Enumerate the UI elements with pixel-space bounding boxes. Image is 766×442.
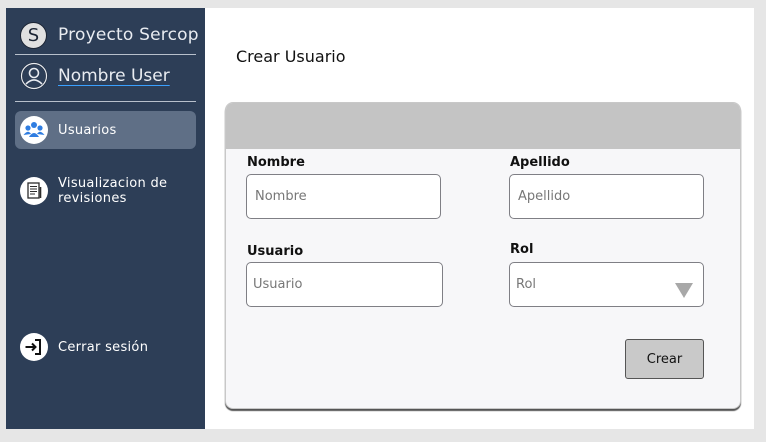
brand-logo: S: [20, 21, 47, 49]
apellido-input[interactable]: [509, 174, 704, 219]
usuario-label: Usuario: [247, 244, 304, 259]
sidebar-item-label: Cerrar sesión: [58, 339, 149, 355]
sidebar-item-usuarios[interactable]: Usuarios: [15, 111, 196, 149]
sidebar-item-visualizacion[interactable]: Visualizacion de revisiones: [15, 173, 196, 209]
divider: [15, 54, 196, 55]
apellido-label: Apellido: [510, 155, 570, 170]
brand: S Proyecto Sercop: [20, 20, 199, 50]
user-icon: [20, 62, 48, 90]
rol-label: Rol: [510, 242, 534, 257]
sidebar-item-label: Visualizacion de revisiones: [58, 176, 167, 206]
user-profile[interactable]: Nombre User: [20, 61, 170, 91]
label-line: revisiones: [58, 191, 127, 206]
divider: [15, 101, 196, 102]
rol-select[interactable]: Rol: [509, 262, 704, 307]
user-name-link[interactable]: Nombre User: [58, 66, 170, 86]
rol-select-value: Rol: [516, 277, 537, 292]
chevron-down-icon: [675, 283, 693, 298]
page-title: Crear Usuario: [236, 47, 346, 66]
nombre-input[interactable]: [246, 174, 441, 219]
card-header: [226, 103, 740, 149]
users-icon: [20, 116, 48, 144]
usuario-input[interactable]: [246, 262, 443, 307]
sidebar: S Proyecto Sercop Nombre User Usuarios V…: [6, 8, 205, 429]
crear-button[interactable]: Crear: [625, 339, 704, 379]
label-line: Visualizacion de: [58, 176, 168, 191]
document-icon: [20, 177, 48, 205]
nombre-label: Nombre: [247, 155, 305, 170]
sidebar-item-label: Usuarios: [58, 122, 117, 138]
sidebar-item-cerrar-sesion[interactable]: Cerrar sesión: [15, 332, 196, 362]
brand-name: Proyecto Sercop: [58, 25, 199, 45]
logout-icon: [20, 333, 48, 361]
